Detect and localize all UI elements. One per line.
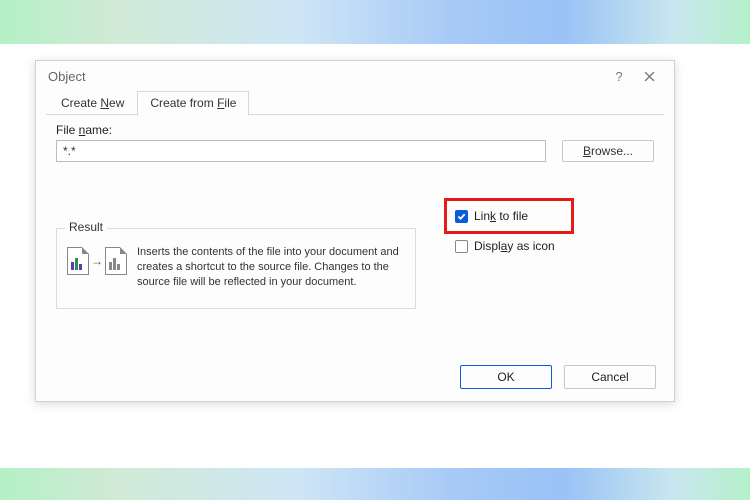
link-to-file-label: Link to file [474,209,528,223]
target-doc-icon [105,247,127,275]
tab-create-new[interactable]: Create New [48,91,137,115]
cancel-button[interactable]: Cancel [564,365,656,389]
checkbox-checked-icon [455,210,468,223]
result-legend: Result [65,220,107,234]
dialog-title: Object [48,69,604,84]
display-as-icon-checkbox[interactable]: Display as icon [444,236,574,253]
tab-strip: Create New Create from File [36,91,674,115]
source-doc-icon [67,247,89,275]
checkbox-empty-icon [455,240,468,253]
close-button[interactable] [634,65,664,87]
browse-button[interactable]: Browse... [562,140,654,162]
file-row: Browse... [56,140,654,162]
result-illustration-icon: → [67,245,127,275]
result-description: Inserts the contents of the file into yo… [137,245,405,290]
options-group: Link to file Display as icon [444,198,574,253]
dialog-footer: OK Cancel [460,365,656,389]
mid-area: Result → Inserts the contents of the fil… [56,210,654,309]
help-button[interactable]: ? [604,65,634,87]
arrow-right-icon: → [91,254,103,268]
file-name-input[interactable] [56,140,546,162]
file-name-label: File name: [56,123,654,137]
result-group: Result → Inserts the contents of the fil… [56,228,416,309]
ok-button[interactable]: OK [460,365,552,389]
display-as-icon-label: Display as icon [474,239,555,253]
link-to-file-checkbox[interactable]: Link to file [455,209,563,223]
tab-create-from-file[interactable]: Create from File [137,91,249,116]
dialog-content: File name: Browse... Result → [36,115,674,319]
dialog-titlebar: Object ? [36,61,674,91]
close-icon [644,71,655,82]
object-dialog: Object ? Create New Create from File Fil… [35,60,675,402]
highlight-annotation: Link to file [444,198,574,234]
